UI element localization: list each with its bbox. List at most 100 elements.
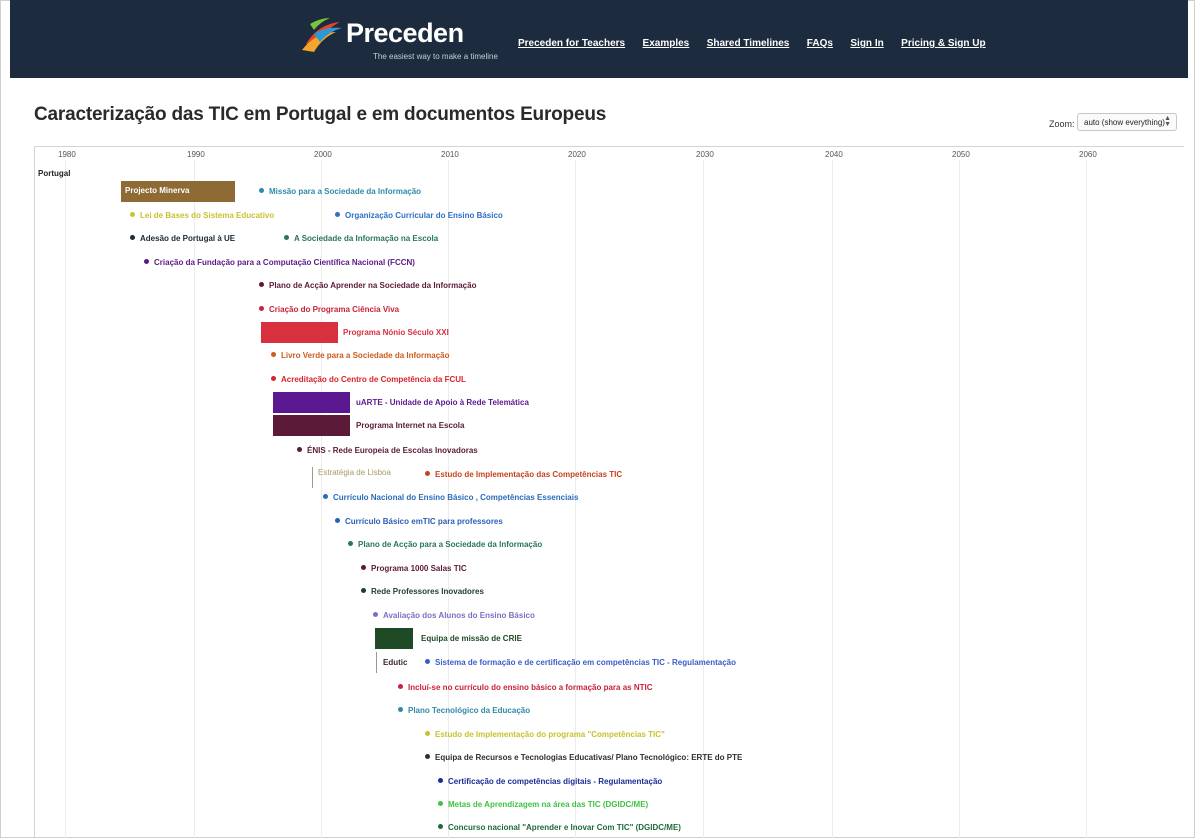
event-dot [335,518,340,523]
event-dot [425,754,430,759]
span-label[interactable]: Programa Nónio Século XXI [343,328,449,338]
event-item[interactable]: Concurso nacional "Aprender e Inovar Com… [438,823,681,833]
event-dot [271,376,276,381]
span-programa-nonio[interactable] [261,322,338,343]
event-label: Rede Professores Inovadores [371,587,484,596]
event-dot [323,494,328,499]
event-item[interactable]: Criação da Fundação para a Computação Ci… [144,258,415,268]
event-label: Sistema de formação e de certificação em… [435,658,736,667]
brand-tagline: The easiest way to make a timeline [373,52,498,61]
event-label: Currículo Nacional do Ensino Básico , Co… [333,493,579,502]
event-dot [271,352,276,357]
event-item[interactable]: Equipa de Recursos e Tecnologias Educati… [425,753,742,763]
preceden-logo[interactable]: Preceden The easiest way to make a timel… [296,14,498,66]
top-navigation-bar: Preceden The easiest way to make a timel… [10,0,1188,78]
event-dot [259,188,264,193]
event-dot [259,306,264,311]
span-edutic[interactable]: Edutic [383,658,407,668]
zoom-label: Zoom: [1049,119,1075,129]
span-label: Projecto Minerva [125,186,190,195]
event-item[interactable]: Plano de Acção para a Sociedade da Infor… [348,540,542,550]
tick-label: 2030 [696,150,714,159]
event-label: Missão para a Sociedade da Informação [269,187,422,196]
event-dot [425,731,430,736]
event-item[interactable]: Acreditação do Centro de Competência da … [271,375,466,385]
event-item[interactable]: Metas de Aprendizagem na área das TIC (D… [438,800,648,810]
event-item[interactable]: A Sociedade da Informação na Escola [284,234,438,244]
gridline [703,160,704,838]
event-item[interactable]: ÉNIS - Rede Europeia de Escolas Inovador… [297,446,478,456]
event-label: Criação da Fundação para a Computação Ci… [154,258,415,267]
event-item[interactable]: Estudo de Implementação das Competências… [425,470,622,480]
span-tick [376,652,377,673]
span-label[interactable]: Programa Internet na Escola [356,421,464,431]
event-item[interactable]: Criação do Programa Ciência Viva [259,305,399,315]
event-item[interactable]: Plano de Acção Aprender na Sociedade da … [259,281,476,291]
span-programa-internet[interactable] [273,415,350,436]
span-projecto-minerva[interactable]: Projecto Minerva [121,181,235,202]
event-item[interactable]: Currículo Nacional do Ensino Básico , Co… [323,493,578,503]
event-dot [297,447,302,452]
nav-shared-timelines[interactable]: Shared Timelines [707,38,790,49]
event-label: Estudo de Implementação do programa "Com… [435,730,665,739]
nav-faqs[interactable]: FAQs [807,38,833,49]
event-dot [335,212,340,217]
event-item[interactable]: Lei de Bases do Sistema Educativo [130,211,274,221]
event-dot [144,259,149,264]
event-label: Livro Verde para a Sociedade da Informaç… [281,351,450,360]
event-dot [438,801,443,806]
nav-sign-in[interactable]: Sign In [850,38,883,49]
event-item[interactable]: Organização Curricular do Ensino Básico [335,211,503,221]
zoom-selected-value: auto (show everything) [1084,118,1165,127]
nav-pricing-sign-up[interactable]: Pricing & Sign Up [901,38,985,49]
zoom-select[interactable]: auto (show everything) ▲ ▼ [1077,113,1177,131]
tick-label: 1990 [187,150,205,159]
event-label: A Sociedade da Informação na Escola [294,234,439,243]
event-item[interactable]: Missão para a Sociedade da Informação [259,187,421,197]
gridline [832,160,833,838]
nav-preceden-for-teachers[interactable]: Preceden for Teachers [518,38,625,49]
event-item[interactable]: Livro Verde para a Sociedade da Informaç… [271,351,450,361]
event-dot [373,612,378,617]
event-item[interactable]: Programa 1000 Salas TIC [361,564,467,574]
span-label[interactable]: Equipa de missão de CRIE [421,634,522,644]
event-item[interactable]: Estudo de Implementação do programa "Com… [425,730,665,740]
event-dot [130,212,135,217]
event-item[interactable]: Plano Tecnológico da Educação [398,706,530,716]
event-label: Plano Tecnológico da Educação [408,706,531,715]
event-item[interactable]: Avaliação dos Alunos do Ensino Básico [373,611,535,621]
event-label: Metas de Aprendizagem na área das TIC (D… [448,800,649,809]
top-nav: Preceden for Teachers Examples Shared Ti… [518,33,999,49]
tick-label: 2010 [441,150,459,159]
event-item[interactable]: Certificação de competências digitais - … [438,777,662,787]
event-item[interactable]: Incluí-se no currículo do ensino básico … [398,683,653,693]
event-label: Plano de Acção Aprender na Sociedade da … [269,281,477,290]
event-dot [361,565,366,570]
brand-name: Preceden [346,18,464,48]
event-dot [425,659,430,664]
span-tick [312,467,313,488]
span-label[interactable]: uARTE - Unidade de Apoio à Rede Telemáti… [356,398,529,408]
event-label: ÉNIS - Rede Europeia de Escolas Inovador… [307,446,478,455]
event-dot [348,541,353,546]
tick-label: 2040 [825,150,843,159]
event-dot [425,471,430,476]
span-estrategia-de-lisboa[interactable]: Estratégia de Lisboa [318,468,391,478]
event-dot [398,684,403,689]
tick-label: 1980 [58,150,76,159]
event-dot [398,707,403,712]
lane-label-portugal: Portugal [38,169,71,178]
span-equipa-crie[interactable] [375,628,413,649]
event-item[interactable]: Currículo Básico emTIC para professores [335,517,503,527]
event-label: Certificação de competências digitais - … [448,777,663,786]
event-dot [438,778,443,783]
event-item[interactable]: Rede Professores Inovadores [361,587,484,597]
tick-label: 2000 [314,150,332,159]
event-label: Equipa de Recursos e Tecnologias Educati… [435,753,743,762]
event-item[interactable]: Sistema de formação e de certificação em… [425,658,736,668]
span-uarte[interactable] [273,392,350,413]
preceden-logo-icon [302,18,342,52]
nav-examples[interactable]: Examples [643,38,690,49]
event-item[interactable]: Adesão de Portugal à UE [130,234,235,244]
gridline [1086,160,1087,838]
